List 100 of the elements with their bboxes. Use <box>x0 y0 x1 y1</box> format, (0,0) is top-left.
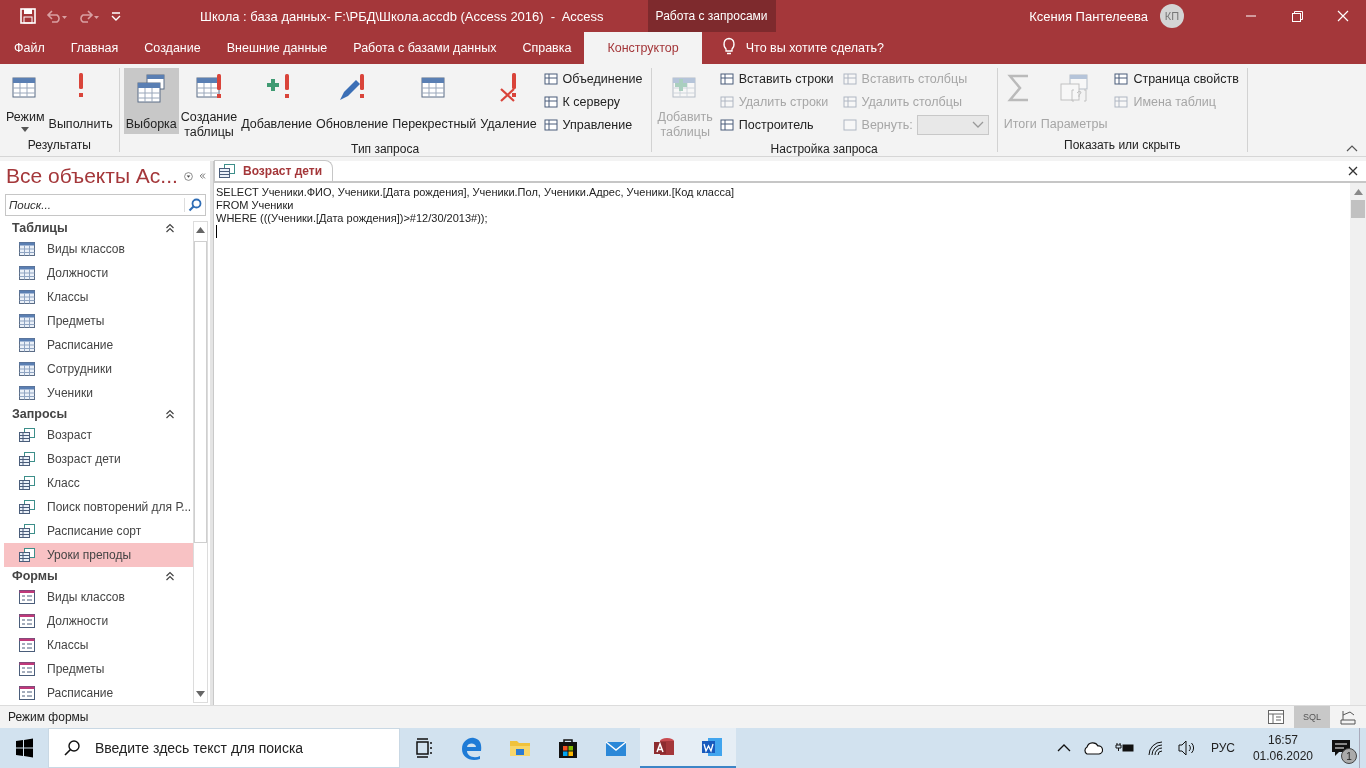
ribbon-button[interactable]: Обновление <box>314 68 391 134</box>
stacked-tables-icon <box>135 72 168 104</box>
scroll-up-icon[interactable] <box>1353 189 1363 195</box>
navigation-pane-title[interactable]: Все объекты Ac... <box>6 164 178 188</box>
return-label: Вернуть: <box>841 115 913 135</box>
form-icon <box>19 638 35 652</box>
save-icon[interactable] <box>20 8 36 24</box>
navigation-item[interactable]: Виды классов <box>4 237 193 261</box>
ribbon-group-label: Показать или скрыть <box>1063 138 1182 152</box>
sql-line: SELECT Ученики.ФИО, Ученики.[Дата рождения], Ученики.Пол, Ученики.Адрес, Ученики.[Код класса] <box>216 186 736 199</box>
navigation-item[interactable]: Возраст <box>4 423 193 447</box>
navigation-item[interactable]: Должности <box>4 609 193 633</box>
navigation-item[interactable]: Поиск повторений для Р... <box>4 495 193 519</box>
customize-caret-icon[interactable] <box>110 10 122 22</box>
taskbar-search-field[interactable]: Введите здесь текст для поиска <box>93 739 399 757</box>
ribbon-tab[interactable]: Создание <box>131 32 214 64</box>
sql-editor[interactable]: SELECT Ученики.ФИО, Ученики.[Дата рождения], Ученики.Пол, Ученики.Адрес, Ученики.[Код класса] FROM Ученики WHERE (((Ученики.[Дата рождения])>#12/30/2013#)); <box>214 183 1366 705</box>
search-box[interactable]: Поиск... <box>5 194 206 216</box>
ribbon-button[interactable]: Вставить строки <box>718 69 834 89</box>
ribbon-tab[interactable]: Файл <box>0 32 58 64</box>
exclamation-icon <box>76 72 85 98</box>
ribbon-button[interactable]: Режим <box>4 68 47 134</box>
navigation-item[interactable]: Должности <box>4 261 193 285</box>
ribbon-button[interactable]: Страница свойств <box>1113 69 1239 89</box>
collapse-ribbon-icon[interactable] <box>1346 144 1358 152</box>
ribbon-tab[interactable]: Справка <box>509 32 585 64</box>
user-name[interactable]: Ксения Пантелеева <box>1029 8 1148 24</box>
group-header[interactable]: Таблицы <box>12 221 165 235</box>
sql-view-button[interactable]: SQL <box>1294 706 1330 728</box>
taskbar-search-box[interactable]: Введите здесь текст для поиска <box>48 728 400 768</box>
ribbon-button[interactable]: Управление <box>542 115 643 135</box>
ribbon-button[interactable]: Создание таблицы <box>178 68 240 142</box>
navigation-item[interactable]: Возраст дети <box>4 447 193 471</box>
scrollbar[interactable] <box>1350 183 1366 705</box>
text-cursor <box>216 225 217 238</box>
double-chevron-up-icon[interactable] <box>165 409 175 419</box>
document-w-icon[interactable] <box>688 728 736 768</box>
close-icon[interactable] <box>1348 166 1358 176</box>
redo-icon[interactable] <box>78 9 100 23</box>
navigation-item[interactable]: Классы <box>4 633 193 657</box>
ribbon-button[interactable]: Выполнить <box>46 68 115 134</box>
caret-icon <box>21 127 30 132</box>
navigation-item[interactable]: Класс <box>4 471 193 495</box>
double-chevron-left-icon[interactable] <box>198 170 206 182</box>
form-icon <box>19 614 35 628</box>
scroll-up-icon[interactable] <box>196 227 205 233</box>
ribbon-button[interactable]: Объединение <box>542 69 643 89</box>
ribbon-button[interactable]: Выборка <box>123 68 179 134</box>
chevron-up-icon[interactable] <box>1056 743 1071 753</box>
query-icon <box>19 500 35 514</box>
table-icon <box>19 314 35 328</box>
double-chevron-up-icon[interactable] <box>165 223 175 233</box>
navigation-item[interactable]: Ученики <box>4 381 193 405</box>
search-field[interactable]: Поиск... <box>6 199 184 211</box>
table-icon <box>19 242 35 256</box>
scroll-down-icon[interactable] <box>196 691 205 697</box>
ribbon-button[interactable]: Добавление <box>239 68 315 134</box>
query-icon <box>19 548 35 562</box>
undo-icon[interactable] <box>46 9 68 23</box>
navigation-item[interactable]: Классы <box>4 285 193 309</box>
ribbon-group-label: Результаты <box>26 138 92 152</box>
query-icon <box>19 452 35 466</box>
cloud-icon[interactable] <box>1082 741 1103 755</box>
wifi-icon[interactable] <box>1146 740 1165 756</box>
ribbon-tab[interactable]: Главная <box>57 32 132 64</box>
ribbon-button[interactable]: Удаление <box>478 68 539 134</box>
lightbulb-icon[interactable] <box>721 37 736 55</box>
ribbon-button[interactable]: Перекрестный <box>390 68 479 134</box>
navigation-item[interactable]: Предметы <box>4 657 193 681</box>
ribbon-tab[interactable]: Конструктор <box>584 32 702 64</box>
navigation-item[interactable]: Сотрудники <box>4 357 193 381</box>
exclamation-cross-icon <box>499 72 517 102</box>
double-chevron-up-icon[interactable] <box>165 571 175 581</box>
form-icon <box>19 590 35 604</box>
navigation-item[interactable]: Предметы <box>4 309 193 333</box>
keyboard-language[interactable]: РУС <box>1210 741 1235 755</box>
navigation-item[interactable]: Уроки преподы <box>4 543 193 567</box>
ribbon-tab[interactable]: Внешние данные <box>213 32 341 64</box>
navigation-item[interactable]: Виды классов <box>4 585 193 609</box>
group-header[interactable]: Формы <box>12 569 165 583</box>
speaker-icon[interactable] <box>1176 740 1197 756</box>
return-icon <box>841 117 858 133</box>
battery-plug-icon[interactable] <box>1114 742 1135 754</box>
ribbon-button[interactable]: Построитель <box>718 115 834 135</box>
command-icon <box>1113 94 1130 110</box>
navigation-item[interactable]: Расписание <box>4 333 193 357</box>
ribbon-tab[interactable]: Работа с базами данных <box>340 32 510 64</box>
navigation-item[interactable]: Расписание сорт <box>4 519 193 543</box>
tell-me-field[interactable]: Что вы хотите сделать? <box>745 32 884 64</box>
scrollbar-thumb[interactable] <box>1351 200 1365 218</box>
navigation-item[interactable]: Расписание <box>4 681 193 705</box>
sql-line: WHERE (((Ученики.[Дата рождения])>#12/30/2013#)); <box>216 212 489 225</box>
query-icon <box>19 476 35 490</box>
document-tab[interactable]: Возраст дети <box>214 160 334 181</box>
group-header[interactable]: Запросы <box>12 407 165 421</box>
scrollbar-thumb[interactable] <box>194 241 207 543</box>
database-a-icon[interactable] <box>640 728 688 768</box>
clock[interactable]: 16:57 01.06.2020 <box>1252 732 1313 764</box>
ribbon-button[interactable]: К серверу <box>542 92 643 112</box>
scrollbar[interactable] <box>193 221 208 703</box>
